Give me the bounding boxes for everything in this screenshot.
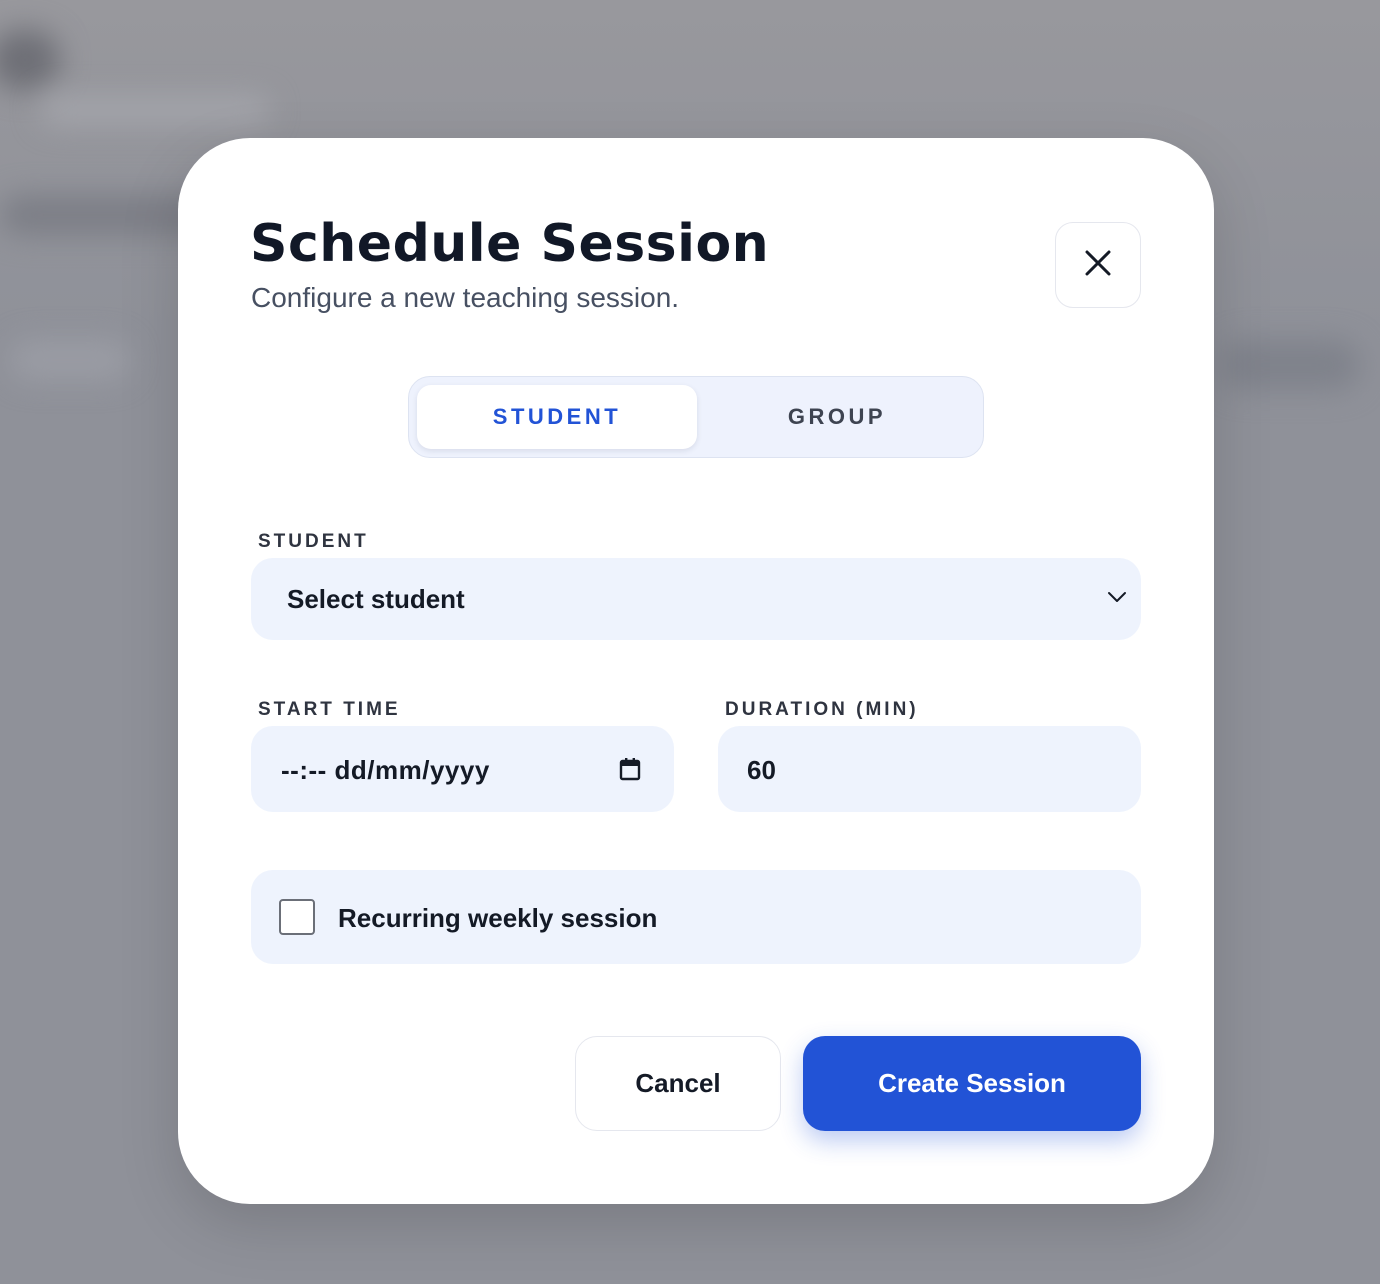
blurred-background-element xyxy=(40,95,270,125)
blurred-background-element xyxy=(1220,340,1360,390)
recurring-checkbox[interactable] xyxy=(279,899,315,935)
duration-input[interactable]: 60 xyxy=(718,726,1141,812)
tab-student[interactable]: STUDENT xyxy=(417,385,697,449)
close-button[interactable] xyxy=(1055,222,1141,308)
mode-toggle: STUDENT GROUP xyxy=(408,376,984,458)
student-label: STUDENT xyxy=(258,531,369,552)
tab-group[interactable]: GROUP xyxy=(697,385,977,449)
student-select-value: Select student xyxy=(287,584,465,614)
blurred-background-element xyxy=(10,340,130,380)
start-time-input[interactable]: --:-- dd/mm/yyyy xyxy=(251,726,674,812)
schedule-session-modal: Schedule Session Configure a new teachin… xyxy=(178,138,1214,1204)
duration-label: DURATION (MIN) xyxy=(725,699,919,720)
calendar-icon[interactable] xyxy=(619,757,641,786)
recurring-label: Recurring weekly session xyxy=(338,903,658,933)
cancel-button[interactable]: Cancel xyxy=(575,1036,781,1131)
blurred-background-element xyxy=(0,30,60,90)
duration-value: 60 xyxy=(747,755,776,785)
chevron-down-icon xyxy=(1107,590,1127,609)
create-session-button[interactable]: Create Session xyxy=(803,1036,1141,1131)
start-time-label: START TIME xyxy=(258,699,401,720)
modal-title: Schedule Session xyxy=(250,214,770,274)
student-select[interactable]: Select student xyxy=(251,558,1141,640)
close-icon xyxy=(1083,248,1113,283)
start-time-value: --:-- dd/mm/yyyy xyxy=(281,755,490,785)
modal-subtitle: Configure a new teaching session. xyxy=(251,282,680,313)
recurring-row[interactable]: Recurring weekly session xyxy=(251,870,1141,964)
